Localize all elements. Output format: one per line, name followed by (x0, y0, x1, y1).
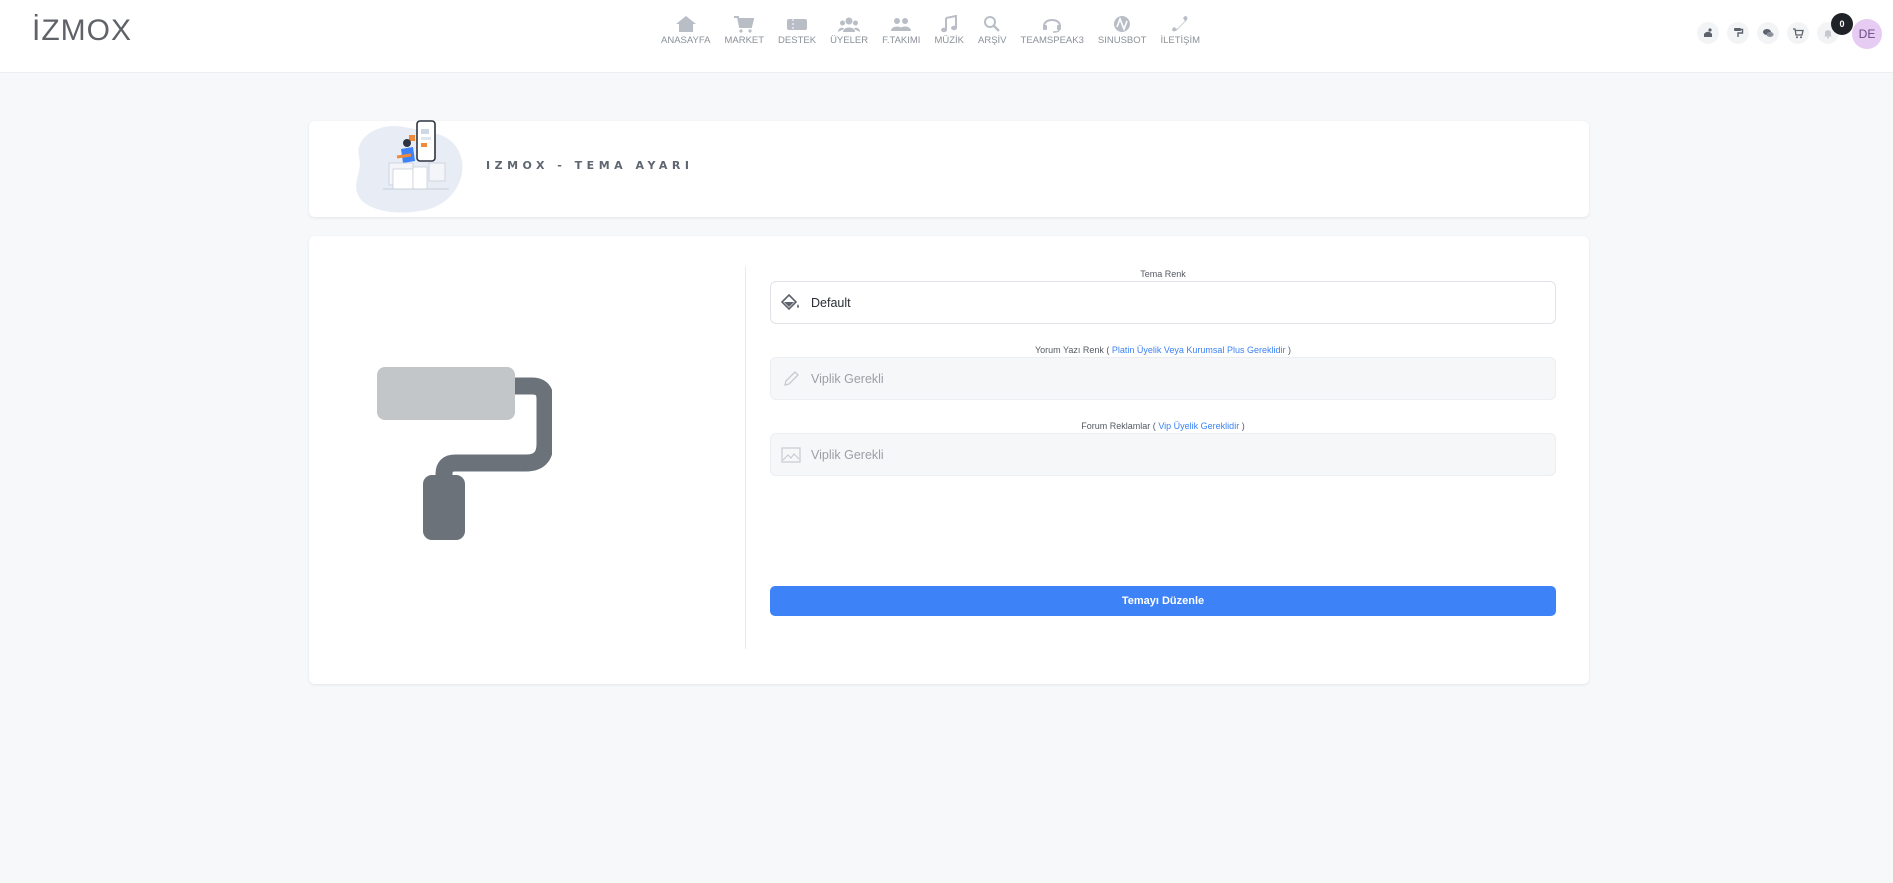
music-icon (937, 14, 961, 34)
theme-color-value: Default (811, 295, 851, 310)
pencil-icon (771, 370, 811, 388)
nav-item-teamspeak3[interactable]: TEAMSPEAK3 (1021, 14, 1084, 46)
theme-settings-card: Tema Renk Default Yorum Yazı Renk ( Plat… (309, 236, 1589, 684)
page-title: IZMOX - TEMA AYARI (486, 159, 694, 172)
nav-item-destek[interactable]: DESTEK (778, 14, 816, 46)
users-icon (837, 14, 861, 34)
sinusbot-icon (1110, 14, 1134, 34)
team-icon (889, 14, 913, 34)
person-with-phone-illustration (356, 120, 463, 213)
comment-color-label: Yorum Yazı Renk ( Platin Üyelik Veya Kur… (770, 345, 1556, 355)
site-logo[interactable]: İZMOX (32, 14, 132, 48)
comment-color-field: Viplik Gerekli (770, 357, 1556, 400)
headset-icon (1040, 14, 1064, 34)
nav-item-arsiv[interactable]: ARŞİV (978, 14, 1007, 46)
search-icon (980, 14, 1004, 34)
edit-theme-button[interactable]: Temayı Düzenle (770, 586, 1556, 616)
cart-icon[interactable] (1787, 22, 1809, 44)
nav-label: DESTEK (778, 35, 817, 46)
notification-count-badge[interactable]: 0 (1831, 13, 1853, 35)
nav-item-sinusbot[interactable]: SINUSBOT (1097, 14, 1147, 46)
theme-color-select[interactable]: Default (770, 281, 1556, 324)
nav-label: MÜZİK (934, 35, 964, 46)
nav-item-market[interactable]: MARKET (724, 14, 764, 46)
paint-roller-illustration (377, 367, 552, 540)
comment-color-requirement-link[interactable]: Platin Üyelik Veya Kurumsal Plus Gerekli… (1112, 345, 1286, 355)
forum-ads-label-end: ) (1241, 421, 1245, 431)
nav-label: MARKET (724, 35, 765, 46)
top-navbar: İZMOX ANASAYFA MARKET DESTEK ÜYELER F.TA… (0, 0, 1893, 73)
cart-icon (732, 14, 756, 34)
page-header-card: IZMOX - TEMA AYARI (309, 120, 1589, 217)
home-icon (674, 14, 698, 34)
nav-item-uyeler[interactable]: ÜYELER (830, 14, 868, 46)
nav-label: TEAMSPEAK3 (1020, 35, 1084, 46)
vertical-divider (745, 266, 746, 649)
ticket-icon (785, 14, 809, 34)
chat-icon[interactable] (1757, 22, 1779, 44)
header-tools (1697, 22, 1847, 44)
theme-color-label-text: Tema Renk (1140, 269, 1186, 279)
nav-label: ÜYELER (830, 35, 869, 46)
forum-ads-field: Viplik Gerekli (770, 433, 1556, 476)
image-icon (771, 446, 811, 464)
nav-item-muzik[interactable]: MÜZİK (934, 14, 964, 46)
paint-bucket-icon (771, 293, 811, 312)
forum-ads-requirement-link[interactable]: Vip Üyelik Gereklidir (1158, 421, 1239, 431)
comment-color-label-end: ) (1287, 345, 1291, 355)
main-nav: ANASAYFA MARKET DESTEK ÜYELER F.TAKIMI M… (661, 14, 1214, 46)
nav-label: F.TAKIMI (882, 35, 921, 46)
nav-item-iletisim[interactable]: İLETİŞİM (1160, 14, 1200, 46)
forum-ads-label: Forum Reklamlar ( Vip Üyelik Gereklidir … (770, 421, 1556, 431)
forum-ads-label-text: Forum Reklamlar ( (1081, 421, 1156, 431)
theme-color-label: Tema Renk (770, 269, 1556, 279)
forum-ads-value: Viplik Gerekli (811, 447, 884, 462)
theme-icon[interactable] (1697, 22, 1719, 44)
user-avatar[interactable]: DE (1852, 19, 1882, 49)
nav-label: ARŞİV (978, 35, 1007, 46)
nav-label: İLETİŞİM (1160, 35, 1201, 46)
comment-color-label-text: Yorum Yazı Renk ( (1035, 345, 1110, 355)
nav-label: ANASAYFA (661, 35, 711, 46)
phone-icon (1168, 14, 1192, 34)
comment-color-value: Viplik Gerekli (811, 371, 884, 386)
nav-item-ftakimi[interactable]: F.TAKIMI (882, 14, 920, 46)
nav-item-anasayfa[interactable]: ANASAYFA (661, 14, 710, 46)
paint-roller-icon[interactable] (1727, 22, 1749, 44)
nav-label: SINUSBOT (1097, 35, 1147, 46)
